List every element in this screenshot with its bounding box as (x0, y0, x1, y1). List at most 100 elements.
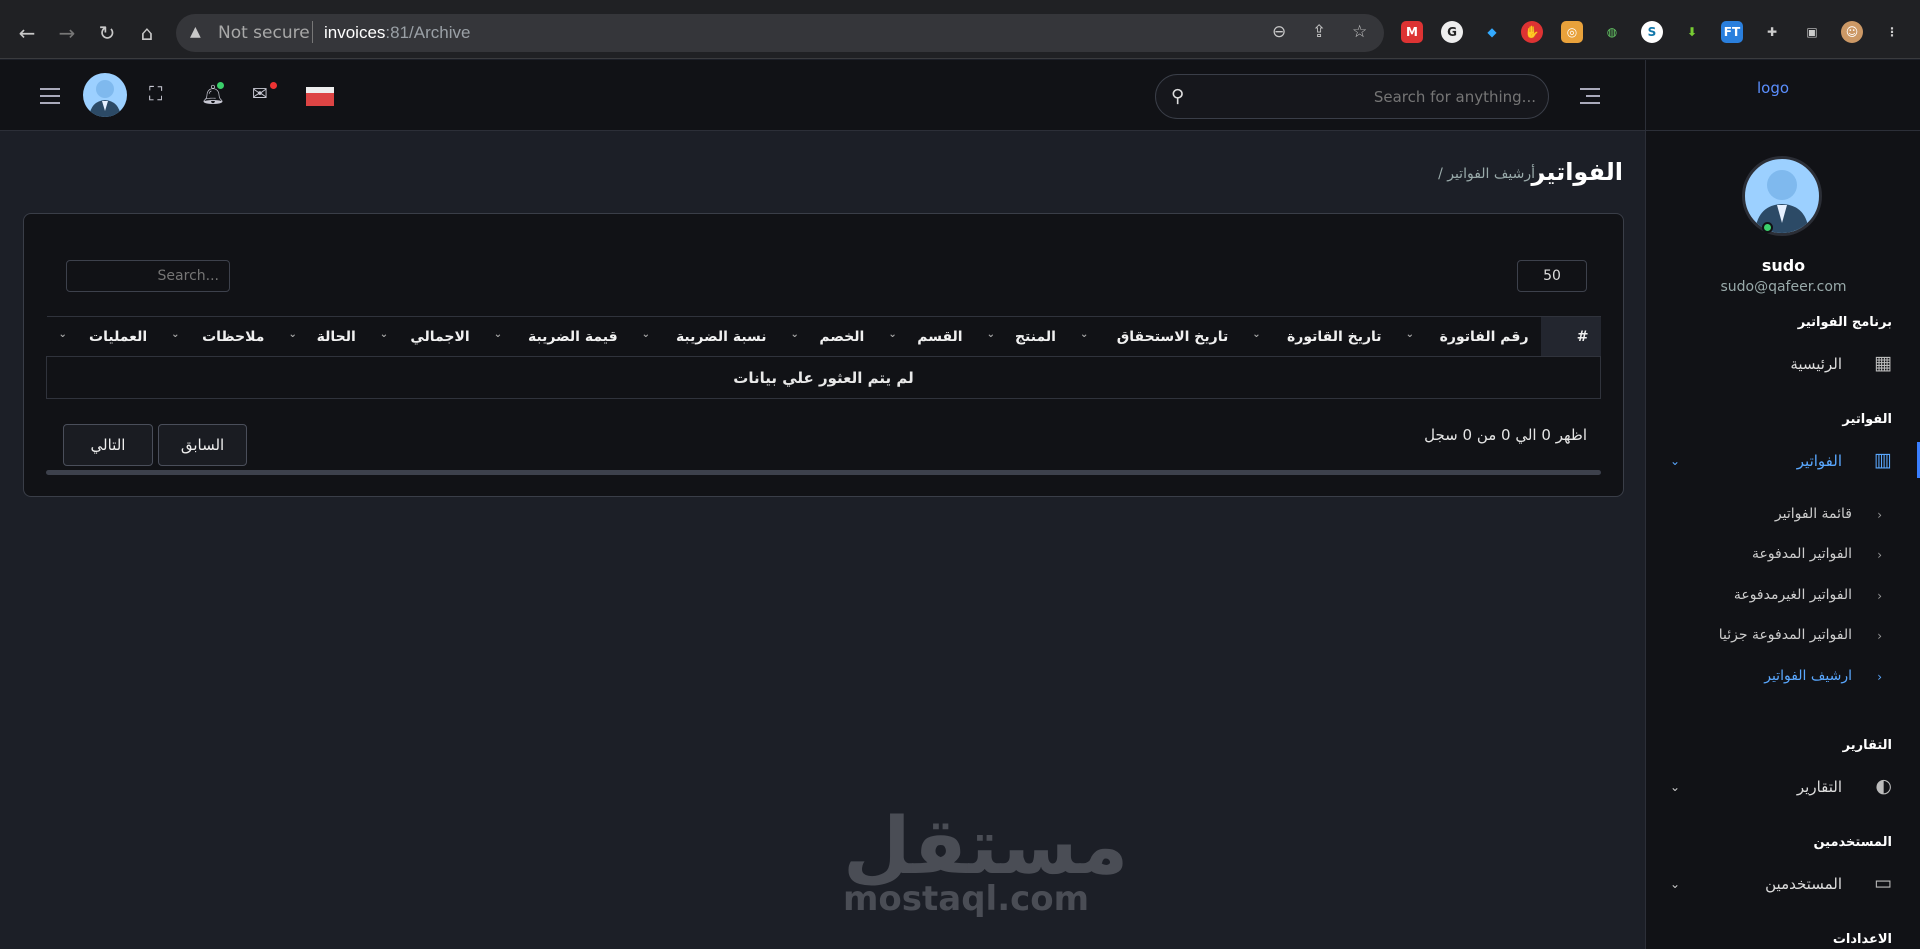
watermark-arabic: مستقل (843, 802, 1129, 892)
extension-ft-icon[interactable]: FT (1721, 21, 1743, 43)
sidebar-item-home[interactable]: الرئيسية (1790, 355, 1842, 373)
col-header[interactable]: نسبة الضريبة ⌄ (629, 316, 779, 357)
chevron-right-icon: › (1877, 508, 1882, 522)
breadcrumb[interactable]: / أرشيف الفواتير (1438, 166, 1535, 182)
sort-chevron-icon: ⌄ (888, 328, 897, 340)
page-title: الفواتير (1531, 158, 1623, 186)
url-text: invoices:81/Archive (324, 23, 471, 42)
browser-toolbar: ← → ↻ ⌂ ▲ Not secure invoices:81/Archive… (0, 0, 1920, 59)
mail-dot (270, 82, 277, 89)
extension-download-icon[interactable]: ⬇ (1681, 21, 1703, 43)
not-secure-label: Not secure (218, 23, 310, 43)
page-length-select[interactable]: 50 (1517, 260, 1587, 292)
sort-chevron-icon: ⌄ (1252, 328, 1261, 340)
col-header[interactable]: قيمة الضريبة ⌄ (481, 316, 630, 357)
section-users: المستخدمين (1813, 835, 1892, 850)
chevron-right-icon: › (1877, 589, 1882, 603)
next-button[interactable]: التالي (63, 424, 153, 466)
watermark: مستقل mostaql.com (843, 802, 1129, 919)
logo[interactable]: logo (1757, 79, 1789, 97)
watermark-latin: mostaql.com (843, 879, 1090, 919)
col-header[interactable]: المنتج ⌄ (974, 316, 1068, 357)
invoices-table: # رقم الفاتورة ⌄ تاريخ القاتورة ⌄ تاريخ ال… (46, 316, 1601, 399)
col-header[interactable]: # (1540, 316, 1601, 357)
sort-chevron-icon: ⌄ (1079, 328, 1089, 340)
chevron-right-icon: › (1877, 548, 1882, 562)
global-search[interactable]: ⚲ (1155, 74, 1549, 119)
notification-dot (217, 82, 224, 89)
chevron-down-icon[interactable]: ⌄ (1670, 780, 1680, 794)
chevron-right-icon: › (1877, 670, 1882, 684)
col-header[interactable]: القسم ⌄ (876, 316, 975, 357)
col-header[interactable]: الحالة ⌄ (276, 316, 368, 357)
extension-gem-icon[interactable]: ◆ (1481, 21, 1503, 43)
user-avatar[interactable] (83, 73, 127, 117)
extension-m-icon[interactable]: M (1401, 21, 1423, 43)
empty-table-message: لم يتم العثور علي بيانات (46, 356, 1601, 399)
chevron-right-icon: › (1877, 629, 1882, 643)
extension-globe-icon[interactable]: ◍ (1601, 21, 1623, 43)
sort-chevron-icon: ⌄ (986, 328, 995, 340)
sort-chevron-icon: ⌄ (493, 328, 503, 340)
section-settings: الاعدادات (1832, 932, 1892, 947)
reports-icon: ◐ (1875, 775, 1892, 797)
profile-avatar-icon[interactable]: ☺ (1841, 21, 1863, 43)
side-panel-icon[interactable]: ▣ (1801, 21, 1823, 43)
col-header[interactable]: تاريخ الاستحقاق ⌄ (1067, 316, 1241, 357)
col-header[interactable]: تاريخ القاتورة ⌄ (1240, 316, 1394, 357)
back-icon[interactable]: ← (12, 18, 42, 48)
user-email: sudo@qafeer.com (1720, 279, 1847, 295)
users-icon: ▭ (1874, 872, 1892, 894)
share-icon[interactable]: ⇪ (1312, 22, 1326, 42)
bookmark-star-icon[interactable]: ☆ (1352, 22, 1367, 42)
divider (312, 21, 313, 43)
app-header: ⛶ 🔔︎ ✉ ⚲ (0, 60, 1645, 131)
forward-icon[interactable]: → (52, 18, 82, 48)
global-search-input[interactable] (1196, 75, 1536, 118)
zoom-icon[interactable]: ⊖ (1272, 22, 1286, 42)
fullscreen-icon[interactable]: ⛶ (149, 83, 162, 105)
col-header[interactable]: الخصم ⌄ (778, 316, 877, 357)
chevron-down-icon[interactable]: ⌄ (1670, 877, 1680, 891)
menu-icon[interactable] (40, 88, 60, 109)
extension-g-icon[interactable]: G (1441, 21, 1463, 43)
col-header[interactable]: الاجمالي ⌄ (367, 316, 482, 357)
previous-button[interactable]: السابق (158, 424, 247, 466)
sidebar-item-invoices[interactable]: الفواتير (1797, 452, 1842, 470)
col-header[interactable]: العمليات ⌄ (46, 316, 160, 357)
address-bar[interactable]: ▲ Not secure invoices:81/Archive ⊖ ⇪ ☆ (176, 14, 1384, 52)
horizontal-scrollbar[interactable] (46, 470, 1601, 475)
sort-chevron-icon: ⌄ (379, 328, 389, 340)
section-reports: التقارير (1842, 738, 1892, 753)
home-icon[interactable]: ⌂ (132, 18, 162, 48)
submenu-partially-paid[interactable]: الفواتير المدفوعة جزئيا (1719, 627, 1852, 643)
chevron-down-icon[interactable]: ⌄ (1670, 454, 1680, 468)
user-name: sudo (1761, 256, 1806, 275)
submenu-unpaid-invoices[interactable]: الفواتير الغيرمدفوعة (1734, 587, 1852, 603)
warning-icon: ▲ (190, 24, 201, 40)
sidebar-toggle-icon[interactable] (1580, 88, 1600, 109)
reload-icon[interactable]: ↻ (92, 18, 122, 48)
table-info: اظهر 0 الي 0 من 0 سجل (1424, 426, 1587, 444)
col-header[interactable]: ملاحظات ⌄ (159, 316, 277, 357)
language-flag-icon[interactable] (306, 87, 334, 106)
extension-stop-icon[interactable]: ✋ (1521, 21, 1543, 43)
sidebar-item-reports[interactable]: التقارير (1797, 778, 1842, 796)
sort-chevron-icon: ⌄ (790, 328, 799, 340)
mail-icon[interactable]: ✉ (252, 83, 268, 105)
extension-orange-icon[interactable]: ◎ (1561, 21, 1583, 43)
submenu-paid-invoices[interactable]: الفواتير المدفوعة (1752, 546, 1852, 562)
table-search-input[interactable] (66, 260, 230, 292)
submenu-invoice-archive[interactable]: ارشيف الفواتير (1764, 668, 1852, 684)
profile-avatar (1742, 156, 1822, 236)
browser-menu-icon[interactable]: ⋮ (1881, 21, 1903, 43)
sort-chevron-icon: ⌄ (171, 328, 180, 340)
chart-icon: ▥ (1874, 449, 1892, 471)
col-header[interactable]: رقم الفاتورة ⌄ (1393, 316, 1541, 357)
extension-s-icon[interactable]: S (1641, 21, 1663, 43)
submenu-invoice-list[interactable]: قائمة الفواتير (1775, 506, 1852, 522)
extensions-puzzle-icon[interactable]: ✚ (1761, 21, 1783, 43)
table-header-row: # رقم الفاتورة ⌄ تاريخ القاتورة ⌄ تاريخ ال… (46, 316, 1601, 357)
sidebar-item-users[interactable]: المستخدمين (1765, 875, 1842, 893)
online-status-dot (1762, 222, 1773, 233)
